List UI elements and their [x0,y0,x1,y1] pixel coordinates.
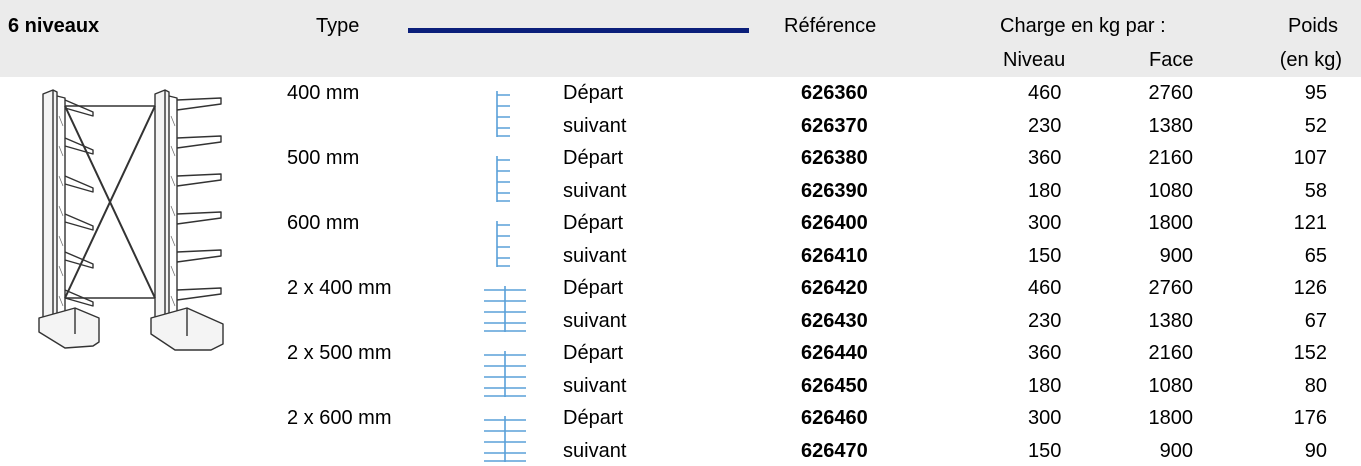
poids-value: 176 [1293,407,1327,429]
charge-face-value: 2760 [1148,82,1194,104]
reference-number: 626440 [801,342,868,364]
charge-niveau-value: 300 [1028,212,1062,234]
rack-type-label: 500 mm [287,147,360,169]
rack-kind: Départ [563,407,624,429]
charge-face-value: 1080 [1148,179,1194,202]
rack-kind: Départ [563,82,624,104]
double-sided-rack-icon [484,286,526,332]
charge-column-header: Charge en kg par : [1000,15,1166,37]
table-header: 6 niveaux Type Référence Charge en kg pa… [0,0,1361,77]
charge-niveau-value: 150 [1028,439,1062,462]
poids-value: 65 [1304,244,1327,267]
charge-niveau-value: 180 [1028,374,1062,397]
rack-kind: suivant [563,244,627,267]
poids-value: 52 [1304,114,1327,137]
reference-number: 626370 [801,114,868,137]
charge-face-value: 2160 [1148,342,1194,364]
reference-number: 626400 [801,212,868,234]
rack-kind: Départ [563,147,624,169]
reference-number: 626410 [801,244,868,267]
reference-number: 626360 [801,82,868,104]
charge-niveau-value: 230 [1028,114,1062,137]
poids-value: 67 [1304,309,1327,332]
reference-column-header: Référence [784,15,877,37]
rack-kind: suivant [563,179,627,202]
charge-niveau-value: 460 [1028,277,1062,299]
charge-niveau-value: 360 [1028,342,1062,364]
charge-niveau-value: 150 [1028,244,1062,267]
double-sided-rack-icon [484,351,526,397]
charge-face-value: 1380 [1148,114,1194,137]
poids-unit-header: (en kg) [1279,49,1342,71]
rack-kind: Départ [563,212,624,234]
charge-niveau-value: 230 [1028,309,1062,332]
poids-value: 80 [1304,374,1327,397]
single-sided-rack-icon [496,91,510,137]
rack-type-label: 2 x 400 mm [287,277,392,299]
rack-kind: suivant [563,439,627,462]
reference-number: 626390 [801,179,868,202]
charge-niveau-value: 360 [1028,147,1062,169]
double-sided-rack-icon [484,416,526,462]
poids-value: 152 [1293,342,1327,364]
reference-number: 626470 [801,439,868,462]
poids-value: 90 [1304,439,1327,462]
reference-number: 626460 [801,407,868,429]
rack-kind: suivant [563,309,627,332]
reference-number: 626430 [801,309,868,332]
charge-face-value: 900 [1159,439,1193,462]
reference-number: 626450 [801,374,868,397]
rack-kind: Départ [563,277,624,299]
charge-face-value: 1080 [1148,374,1194,397]
charge-niveau-value: 460 [1028,82,1062,104]
poids-column-header: Poids [1287,15,1338,37]
charge-face-value: 1800 [1148,407,1194,429]
charge-niveau-value: 300 [1028,407,1062,429]
charge-face-value: 1800 [1148,212,1194,234]
rack-kind: suivant [563,114,627,137]
page-title: 6 niveaux [8,15,100,37]
type-column-header: Type [316,15,360,37]
poids-value: 107 [1293,147,1327,169]
poids-value: 58 [1304,179,1327,202]
rack-type-label: 2 x 500 mm [287,342,392,364]
charge-face-value: 900 [1159,244,1193,267]
charge-face-value: 1380 [1148,309,1194,332]
reference-number: 626380 [801,147,868,169]
charge-face-value: 2760 [1148,277,1194,299]
reference-number: 626420 [801,277,868,299]
type-header-rule [408,28,749,33]
rack-kind: suivant [563,374,627,397]
niveau-column-header: Niveau [1003,49,1066,71]
poids-value: 95 [1304,82,1327,104]
cantilever-rack-illustration [38,89,224,351]
face-column-header: Face [1149,49,1194,71]
rack-kind: Départ [563,342,624,364]
single-sided-rack-icon [496,221,510,267]
rack-type-label: 2 x 600 mm [287,407,392,429]
rack-type-label: 600 mm [287,212,360,234]
poids-value: 126 [1293,277,1327,299]
rack-type-label: 400 mm [287,82,360,104]
charge-face-value: 2160 [1148,147,1194,169]
single-sided-rack-icon [496,156,510,202]
poids-value: 121 [1293,212,1327,234]
charge-niveau-value: 180 [1028,179,1062,202]
